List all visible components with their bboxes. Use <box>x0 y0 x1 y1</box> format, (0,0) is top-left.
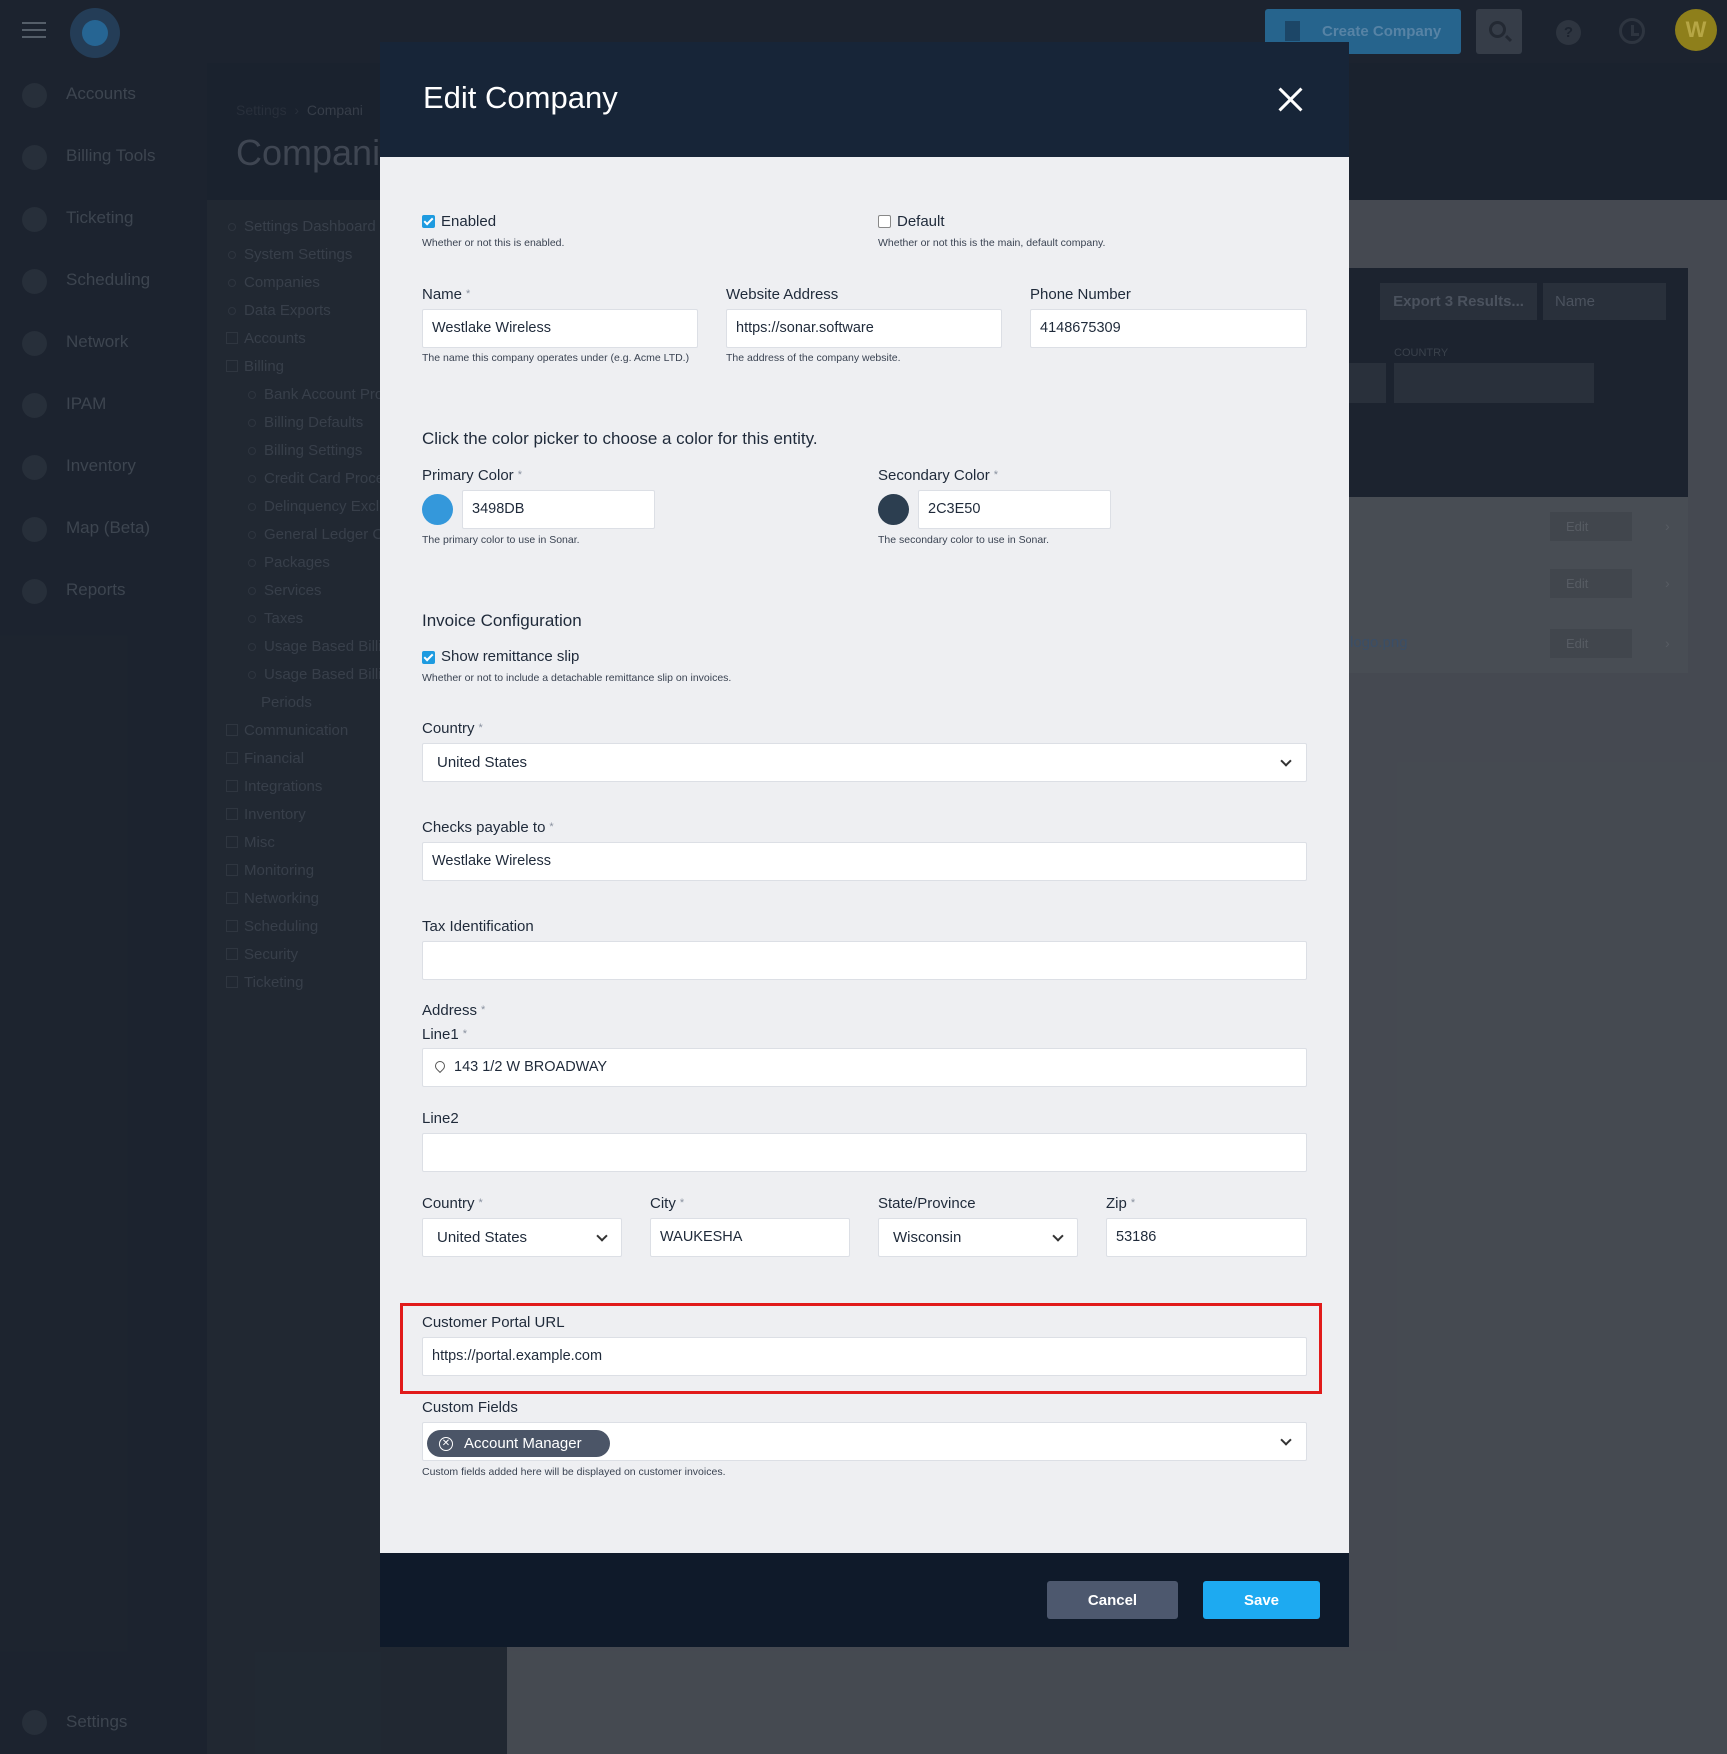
secondary-color-field[interactable]: 2C3E50 <box>918 490 1111 529</box>
custom-field-chip-label: Account Manager <box>464 1435 582 1452</box>
primary-color-label: Primary Color * <box>422 467 522 484</box>
city-label: City * <box>650 1195 685 1212</box>
address-label: Address * <box>422 1002 486 1019</box>
country-select[interactable]: United States <box>422 743 1307 782</box>
checks-payable-field[interactable]: Westlake Wireless <box>422 842 1307 881</box>
custom-fields-hint: Custom fields added here will be display… <box>422 1466 726 1478</box>
secondary-color-swatch[interactable] <box>878 494 909 525</box>
name-field[interactable]: Westlake Wireless <box>422 309 698 348</box>
line2-field[interactable] <box>422 1133 1307 1172</box>
portal-url-field[interactable]: https://portal.example.com <box>422 1337 1307 1376</box>
default-label: Default <box>897 213 945 230</box>
cancel-button[interactable]: Cancel <box>1047 1581 1178 1619</box>
name-label: Name * <box>422 286 471 303</box>
line1-value: 143 1/2 W BROADWAY <box>454 1059 608 1075</box>
line1-field[interactable]: 143 1/2 W BROADWAY <box>422 1048 1307 1087</box>
country-label: Country * <box>422 720 483 737</box>
close-icon[interactable] <box>1275 84 1305 114</box>
chevron-down-icon <box>1052 1230 1064 1242</box>
chevron-down-icon <box>1280 1434 1292 1446</box>
primary-color-field[interactable]: 3498DB <box>462 490 655 529</box>
default-checkbox[interactable] <box>878 215 891 228</box>
color-intro: Click the color picker to choose a color… <box>422 429 818 448</box>
remittance-label: Show remittance slip <box>441 648 580 665</box>
invoice-config-heading: Invoice Configuration <box>422 611 582 630</box>
modal-header: Edit Company <box>380 42 1349 157</box>
remittance-hint: Whether or not to include a detachable r… <box>422 672 732 684</box>
zip-field[interactable]: 53186 <box>1106 1218 1307 1257</box>
remittance-checkbox[interactable] <box>422 651 435 664</box>
primary-color-swatch[interactable] <box>422 494 453 525</box>
custom-fields-label: Custom Fields <box>422 1399 518 1416</box>
name-hint: The name this company operates under (e.… <box>422 352 690 364</box>
state-label: State/Province <box>878 1195 976 1212</box>
default-hint: Whether or not this is the main, default… <box>878 237 1106 249</box>
chevron-down-icon <box>596 1230 608 1242</box>
website-hint: The address of the company website. <box>726 352 901 364</box>
phone-field[interactable]: 4148675309 <box>1030 309 1307 348</box>
tax-id-label: Tax Identification <box>422 918 534 935</box>
portal-url-label: Customer Portal URL <box>422 1314 565 1331</box>
secondary-color-label: Secondary Color * <box>878 467 999 484</box>
tax-id-field[interactable] <box>422 941 1307 980</box>
enabled-label: Enabled <box>441 213 497 230</box>
enabled-checkbox[interactable] <box>422 215 435 228</box>
chevron-down-icon <box>1280 755 1292 767</box>
city-field[interactable]: WAUKESHA <box>650 1218 850 1257</box>
primary-color-hint: The primary color to use in Sonar. <box>422 534 580 546</box>
checks-payable-label: Checks payable to * <box>422 819 554 836</box>
line1-label: Line1 * <box>422 1026 467 1043</box>
country-select-value: United States <box>437 754 528 771</box>
address-country-value: United States <box>437 1229 528 1246</box>
website-field[interactable]: https://sonar.software <box>726 309 1002 348</box>
modal-title: Edit Company <box>423 80 618 115</box>
address-country-select[interactable]: United States <box>422 1218 622 1257</box>
secondary-color-hint: The secondary color to use in Sonar. <box>878 534 1050 546</box>
phone-label: Phone Number <box>1030 286 1131 303</box>
line2-label: Line2 <box>422 1110 459 1127</box>
save-button[interactable]: Save <box>1203 1581 1320 1619</box>
enabled-hint: Whether or not this is enabled. <box>422 237 565 249</box>
address-country-label: Country * <box>422 1195 483 1212</box>
custom-field-chip[interactable]: ✕ Account Manager <box>427 1430 610 1457</box>
zip-label: Zip * <box>1106 1195 1136 1212</box>
state-select[interactable]: Wisconsin <box>878 1218 1078 1257</box>
remove-icon[interactable]: ✕ <box>439 1437 453 1451</box>
website-label: Website Address <box>726 286 839 303</box>
state-select-value: Wisconsin <box>893 1229 962 1246</box>
map-pin-icon <box>432 1058 448 1074</box>
